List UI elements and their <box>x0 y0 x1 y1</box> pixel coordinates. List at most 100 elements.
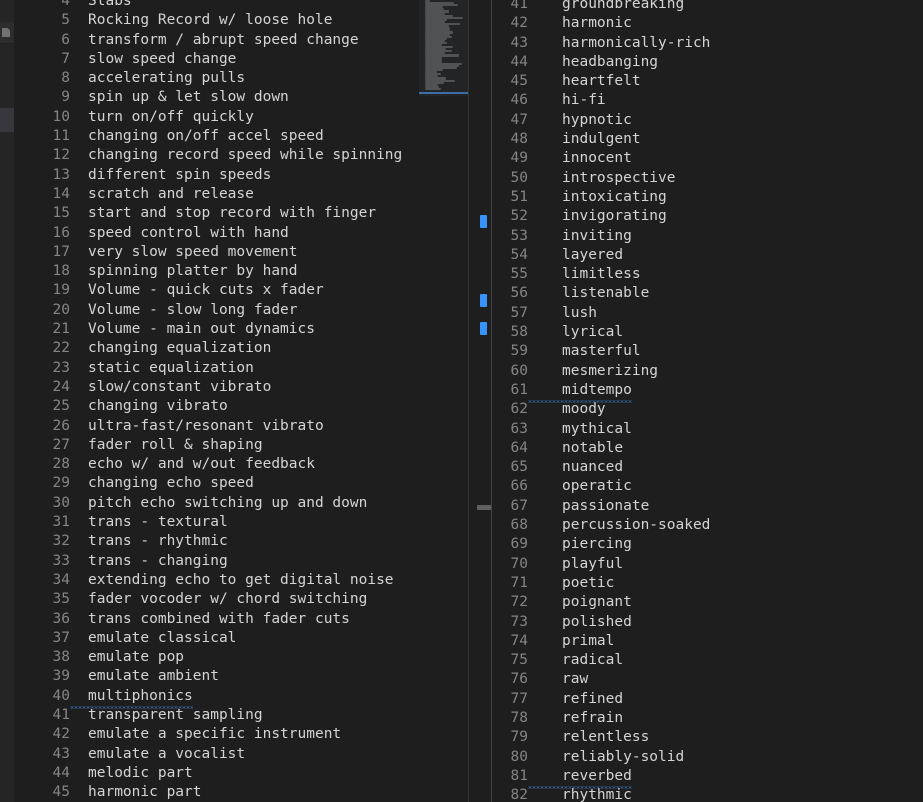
code-text[interactable]: emulate pop <box>70 648 184 667</box>
code-line[interactable]: 42 harmonic <box>492 14 923 33</box>
code-text[interactable]: inviting <box>528 227 632 246</box>
minimap-slider[interactable] <box>419 0 469 96</box>
code-text[interactable]: echo w/ and w/out feedback <box>70 455 315 474</box>
code-text[interactable]: trans - changing <box>70 552 228 571</box>
sidebar-tab[interactable] <box>0 22 14 44</box>
code-text[interactable]: spinning platter by hand <box>70 262 298 281</box>
code-text[interactable]: harmonically-rich <box>528 34 710 53</box>
code-text[interactable]: harmonic <box>528 14 632 33</box>
code-line[interactable]: 58 lyrical <box>492 323 923 342</box>
code-text[interactable]: relentless <box>528 728 649 747</box>
code-line[interactable]: 51 intoxicating <box>492 188 923 207</box>
code-text[interactable]: radical <box>528 651 623 670</box>
code-line[interactable]: 80 reliably-solid <box>492 748 923 767</box>
code-line[interactable]: 67 passionate <box>492 497 923 516</box>
code-text[interactable]: changing equalization <box>70 339 271 358</box>
left-editor-pane[interactable]: 4 Stabs 5 Rocking Record w/ loose hole 6 tran… <box>14 0 491 802</box>
code-text[interactable]: trans combined with fader cuts <box>70 610 350 629</box>
code-text[interactable]: pitch echo switching up and down <box>70 494 367 513</box>
code-text[interactable]: trans - rhythmic <box>70 532 228 551</box>
code-text[interactable]: lyrical <box>528 323 623 342</box>
code-text[interactable]: percussion-soaked <box>528 516 710 535</box>
code-text[interactable]: passionate <box>528 497 649 516</box>
code-text[interactable]: accelerating pulls <box>70 69 245 88</box>
code-line[interactable]: 56 listenable <box>492 284 923 303</box>
code-line[interactable]: 45 heartfelt <box>492 72 923 91</box>
code-line[interactable]: 68 percussion-soaked <box>492 516 923 535</box>
code-line[interactable]: 77 refined <box>492 690 923 709</box>
code-text[interactable]: moody <box>528 400 606 419</box>
code-text[interactable]: melodic part <box>70 764 193 783</box>
right-code-area[interactable]: 41 groundbreaking 42 harmonic 43 harmonically… <box>492 0 923 802</box>
code-line[interactable]: 74 primal <box>492 632 923 651</box>
code-line[interactable]: 59 masterful <box>492 342 923 361</box>
code-text[interactable]: headbanging <box>528 53 658 72</box>
code-text[interactable]: hi-fi <box>528 91 606 110</box>
code-text[interactable]: Volume - main out dynamics <box>70 320 315 339</box>
code-line[interactable]: 76 raw <box>492 670 923 689</box>
sidebar-selected-item[interactable] <box>0 108 14 132</box>
code-text[interactable]: Stabs <box>70 0 132 11</box>
code-line[interactable]: 81 reverbed <box>492 766 923 787</box>
code-text[interactable]: masterful <box>528 342 641 361</box>
code-text[interactable]: slow/constant vibrato <box>70 378 271 397</box>
scrollbar-thumb[interactable] <box>477 505 491 510</box>
code-text[interactable]: limitless <box>528 265 641 284</box>
code-line[interactable]: 53 inviting <box>492 227 923 246</box>
code-text[interactable]: mesmerizing <box>528 362 658 381</box>
code-text[interactable]: indulgent <box>528 130 641 149</box>
code-line[interactable]: 62 moody <box>492 400 923 419</box>
code-line[interactable]: 49 innocent <box>492 149 923 168</box>
code-text[interactable]: transform / abrupt speed change <box>70 31 359 50</box>
code-line[interactable]: 46 hi-fi <box>492 91 923 110</box>
code-text[interactable]: changing echo speed <box>70 474 254 493</box>
code-text[interactable]: Volume - quick cuts x fader <box>70 281 324 300</box>
code-text[interactable]: fader vocoder w/ chord switching <box>70 590 367 609</box>
code-text[interactable]: emulate a specific instrument <box>70 725 341 744</box>
code-line[interactable]: 55 limitless <box>492 265 923 284</box>
code-text[interactable]: emulate a vocalist <box>70 745 245 764</box>
code-line[interactable]: 63 mythical <box>492 420 923 439</box>
right-overview-ruler[interactable] <box>909 0 923 802</box>
code-line[interactable]: 44 headbanging <box>492 53 923 72</box>
code-text[interactable]: ultra-fast/resonant vibrato <box>70 417 324 436</box>
code-line[interactable]: 65 nuanced <box>492 458 923 477</box>
code-text[interactable]: intoxicating <box>528 188 667 207</box>
code-text[interactable]: polished <box>528 613 632 632</box>
right-editor-pane[interactable]: 41 groundbreaking 42 harmonic 43 harmonically… <box>492 0 923 802</box>
left-overview-ruler[interactable] <box>477 0 491 802</box>
code-text[interactable]: Volume - slow long fader <box>70 301 298 320</box>
code-text[interactable]: harmonic part <box>70 783 202 802</box>
code-text[interactable]: trans - textural <box>70 513 228 532</box>
code-line[interactable]: 43 harmonically-rich <box>492 34 923 53</box>
code-text[interactable]: layered <box>528 246 623 265</box>
code-line[interactable]: 61 midtempo <box>492 380 923 401</box>
code-text[interactable]: listenable <box>528 284 649 303</box>
code-line[interactable]: 50 introspective <box>492 169 923 188</box>
overview-marker[interactable] <box>480 215 487 228</box>
code-line[interactable]: 41 groundbreaking <box>492 0 923 14</box>
code-text[interactable]: slow speed change <box>70 50 236 69</box>
code-text[interactable]: invigorating <box>528 207 667 226</box>
code-line[interactable]: 69 piercing <box>492 535 923 554</box>
activity-strip[interactable] <box>0 0 14 802</box>
code-line[interactable]: 82 rhythmic <box>492 786 923 802</box>
code-line[interactable]: 71 poetic <box>492 574 923 593</box>
code-text[interactable]: scratch and release <box>70 185 254 204</box>
code-text[interactable]: Rocking Record w/ loose hole <box>70 11 332 30</box>
code-line[interactable]: 79 relentless <box>492 728 923 747</box>
code-text[interactable]: emulate classical <box>70 629 236 648</box>
code-text[interactable]: refined <box>528 690 623 709</box>
code-text[interactable]: poignant <box>528 593 632 612</box>
code-line[interactable]: 47 hypnotic <box>492 111 923 130</box>
code-line[interactable]: 57 lush <box>492 304 923 323</box>
code-line[interactable]: 72 poignant <box>492 593 923 612</box>
code-text[interactable]: changing on/off accel speed <box>70 127 324 146</box>
code-line[interactable]: 64 notable <box>492 439 923 458</box>
code-text[interactable]: groundbreaking <box>528 0 684 14</box>
code-text[interactable]: notable <box>528 439 623 458</box>
overview-marker[interactable] <box>480 322 487 335</box>
code-text[interactable]: poetic <box>528 574 614 593</box>
code-line[interactable]: 48 indulgent <box>492 130 923 149</box>
code-text[interactable]: changing vibrato <box>70 397 228 416</box>
